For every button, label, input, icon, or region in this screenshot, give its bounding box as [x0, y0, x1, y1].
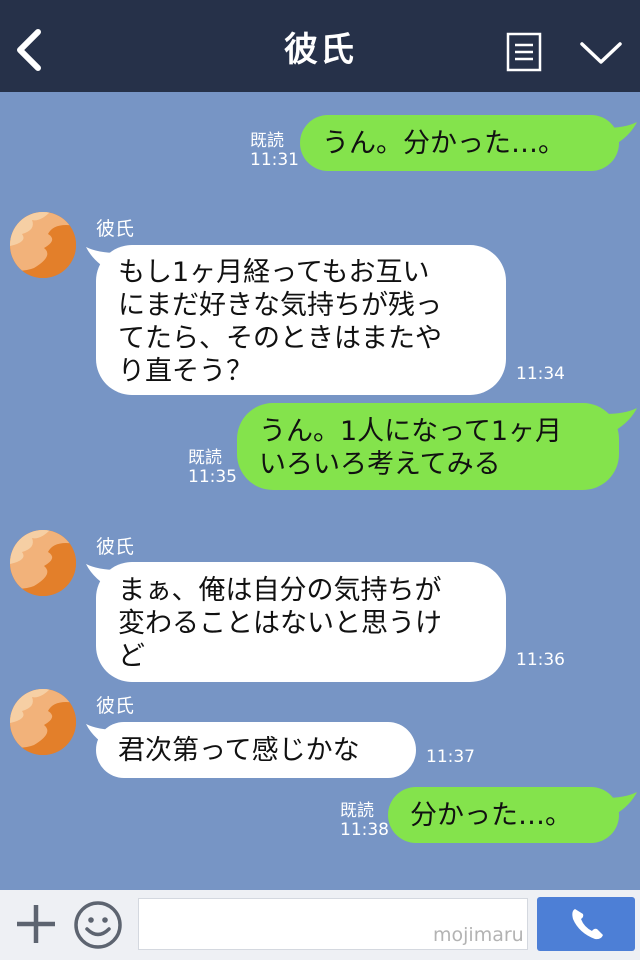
avatar-image	[10, 530, 76, 596]
add-button[interactable]	[14, 902, 58, 946]
message-bubble-outgoing[interactable]: うん。1人になって1ヶ月 いろいろ考えてみる	[237, 403, 619, 490]
message-bubble-incoming[interactable]: まぁ、俺は自分の気持ちが 変わることはないと思うけ ど	[96, 562, 506, 682]
avatar-image	[10, 212, 76, 278]
avatar-image	[10, 689, 76, 755]
message-bubble-incoming[interactable]: もし1ヶ月経ってもお互い にまだ好きな気持ちが残っ てたら、そのときはまたや り…	[96, 245, 506, 395]
dropdown-button[interactable]	[578, 38, 624, 68]
avatar[interactable]	[10, 530, 76, 596]
message-time: 11:31	[250, 150, 299, 170]
avatar[interactable]	[10, 212, 76, 278]
sender-name: 彼氏	[96, 695, 135, 717]
call-button[interactable]	[537, 897, 635, 951]
sender-name: 彼氏	[96, 218, 135, 240]
message-bubble-outgoing[interactable]: うん。分かった…。	[300, 115, 619, 171]
smiley-icon	[74, 901, 122, 949]
message-bubble-incoming[interactable]: 君次第って感じかな	[96, 722, 416, 778]
read-label: 既読	[250, 131, 284, 151]
sender-name: 彼氏	[96, 536, 135, 558]
chat-title: 彼氏	[284, 30, 356, 70]
emoji-button[interactable]	[73, 900, 123, 950]
message-time: 11:35	[188, 467, 237, 487]
read-label: 既読	[340, 801, 374, 821]
read-receipt: 既読 11:38	[340, 802, 389, 840]
message-time: 11:38	[340, 820, 389, 840]
chevron-down-icon	[580, 42, 622, 64]
avatar[interactable]	[10, 689, 76, 755]
message-bubble-outgoing[interactable]: 分かった…。	[388, 787, 619, 843]
read-receipt: 既読 11:35	[188, 449, 237, 487]
read-label: 既読	[188, 448, 222, 468]
note-icon	[506, 32, 542, 72]
message-time: 11:34	[516, 364, 565, 384]
chat-area[interactable]: 既読 11:31 うん。分かった…。 彼氏 もし1ヶ月経ってもお互い にまだ好き…	[0, 92, 640, 890]
note-button[interactable]	[506, 32, 542, 72]
read-receipt: 既読 11:31	[250, 132, 299, 170]
plus-icon	[17, 905, 55, 943]
message-time: 11:37	[426, 747, 475, 767]
chat-header: 彼氏	[0, 0, 640, 92]
watermark: mojimaru	[433, 924, 524, 946]
message-time: 11:36	[516, 650, 565, 670]
phone-icon	[572, 909, 603, 940]
